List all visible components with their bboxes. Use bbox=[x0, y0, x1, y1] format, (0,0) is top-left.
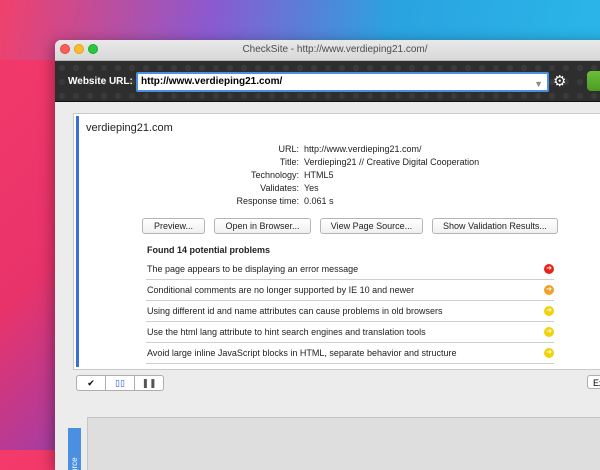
info-row-title: Title: Verdieping21 // Creative Digital … bbox=[74, 156, 600, 169]
url-history-dropdown-icon[interactable]: ▼ bbox=[534, 76, 543, 92]
info-label: Technology: bbox=[250, 170, 299, 180]
url-label: Website URL: bbox=[68, 76, 133, 87]
preview-button[interactable]: Preview... bbox=[142, 218, 205, 234]
open-in-browser-button[interactable]: Open in Browser... bbox=[214, 218, 311, 234]
info-label: Validates: bbox=[260, 183, 299, 193]
window-title: CheckSite - http://www.verdieping21.com/ bbox=[242, 44, 428, 55]
problems-title: Found 14 potential problems bbox=[147, 245, 271, 255]
info-row-technology: Technology: HTML5 bbox=[74, 169, 600, 182]
info-value: HTML5 bbox=[304, 170, 334, 180]
info-row-response-time: Response time: 0.061 s bbox=[74, 195, 600, 208]
info-label: Title: bbox=[279, 157, 299, 167]
problem-list: The page appears to be displaying an err… bbox=[146, 259, 554, 364]
split-icon[interactable]: ❚❚ bbox=[135, 376, 163, 390]
check-icon[interactable]: ✔ bbox=[77, 376, 106, 390]
show-validation-results-button[interactable]: Show Validation Results... bbox=[432, 218, 558, 234]
info-row-url: URL: http://www.verdieping21.com/ bbox=[74, 143, 600, 156]
problem-text: The page appears to be displaying an err… bbox=[147, 264, 359, 274]
toolbar: Website URL: http://www.verdieping21.com… bbox=[55, 61, 600, 102]
info-value: Yes bbox=[304, 183, 319, 193]
problem-text: Avoid large inline JavaScript blocks in … bbox=[147, 348, 457, 358]
source-side-tab[interactable]: urce bbox=[68, 428, 81, 470]
site-info: URL: http://www.verdieping21.com/ Title:… bbox=[74, 143, 600, 208]
info-value: http://www.verdieping21.com/ bbox=[304, 144, 422, 154]
list-item[interactable]: Conditional comments are no longer suppo… bbox=[146, 280, 554, 301]
list-item[interactable]: Avoid large inline JavaScript blocks in … bbox=[146, 343, 554, 364]
site-name: verdieping21.com bbox=[86, 122, 173, 134]
view-mode-segmented-control: ✔ ▯▯ ❚❚ bbox=[76, 375, 164, 391]
arrow-right-icon[interactable]: ➜ bbox=[544, 306, 554, 316]
arrow-right-icon[interactable]: ➜ bbox=[544, 264, 554, 274]
problem-text: Use the html lang attribute to hint sear… bbox=[147, 327, 426, 337]
list-item[interactable]: The page appears to be displaying an err… bbox=[146, 259, 554, 280]
view-page-source-button[interactable]: View Page Source... bbox=[320, 218, 423, 234]
export-button[interactable]: Ex bbox=[587, 375, 600, 389]
info-row-validates: Validates: Yes bbox=[74, 182, 600, 195]
gear-icon[interactable]: ⚙ bbox=[553, 72, 566, 90]
info-label: URL: bbox=[278, 144, 299, 154]
url-input[interactable]: http://www.verdieping21.com/ ▼ bbox=[136, 72, 549, 92]
arrow-right-icon[interactable]: ➜ bbox=[544, 348, 554, 358]
url-input-value: http://www.verdieping21.com/ bbox=[141, 76, 283, 87]
arrow-right-icon[interactable]: ➜ bbox=[544, 285, 554, 295]
info-value: Verdieping21 // Creative Digital Coopera… bbox=[304, 157, 480, 167]
info-label: Response time: bbox=[236, 196, 299, 206]
info-value: 0.061 s bbox=[304, 196, 334, 206]
list-item[interactable]: Using different id and name attributes c… bbox=[146, 301, 554, 322]
arrow-right-icon[interactable]: ➜ bbox=[544, 327, 554, 337]
list-item[interactable]: Use the html lang attribute to hint sear… bbox=[146, 322, 554, 343]
problem-text: Conditional comments are no longer suppo… bbox=[147, 285, 415, 295]
bottom-panel bbox=[87, 417, 600, 470]
columns-icon[interactable]: ▯▯ bbox=[106, 376, 135, 390]
results-panel: verdieping21.com URL: http://www.verdiep… bbox=[73, 113, 600, 370]
titlebar: CheckSite - http://www.verdieping21.com/ bbox=[55, 40, 600, 61]
problem-text: Using different id and name attributes c… bbox=[147, 306, 443, 316]
checksite-window: CheckSite - http://www.verdieping21.com/… bbox=[55, 40, 600, 470]
check-site-button[interactable] bbox=[587, 71, 600, 91]
